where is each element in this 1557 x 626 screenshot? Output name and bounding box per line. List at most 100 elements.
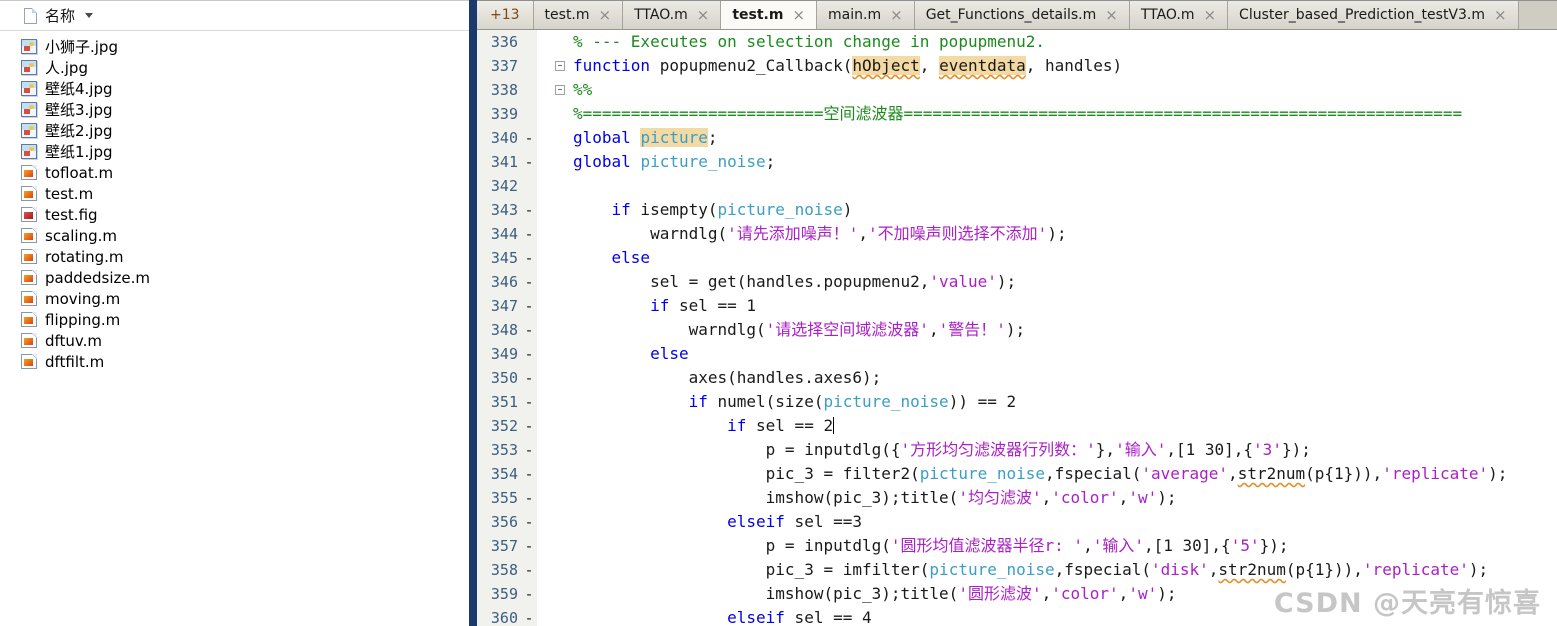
- token-plain: pic_3 = filter2(: [573, 464, 920, 483]
- execution-marker[interactable]: -: [521, 222, 537, 246]
- file-item[interactable]: dftfilt.m: [0, 351, 469, 372]
- line-number: 337: [477, 54, 521, 78]
- code-line[interactable]: 356- elseif sel ==3: [477, 510, 1557, 534]
- token-plain: },: [1095, 440, 1116, 459]
- execution-marker[interactable]: -: [521, 198, 537, 222]
- code-line[interactable]: 336 % --- Executes on selection change in…: [477, 30, 1557, 54]
- fold-gutter: [537, 534, 573, 558]
- code-line[interactable]: 347- if sel == 1: [477, 294, 1557, 318]
- file-item[interactable]: 人.jpg: [0, 57, 469, 78]
- file-item[interactable]: moving.m: [0, 288, 469, 309]
- code-line[interactable]: 348- warndlg('请选择空间域滤波器','警告！');: [477, 318, 1557, 342]
- code-line[interactable]: 339 %=========================空间滤波器======…: [477, 102, 1557, 126]
- line-number: 343: [477, 198, 521, 222]
- matlab-file-icon: [21, 186, 37, 201]
- code-line[interactable]: 338%%: [477, 78, 1557, 102]
- file-item[interactable]: rotating.m: [0, 246, 469, 267]
- execution-marker[interactable]: -: [521, 606, 537, 626]
- panel-splitter[interactable]: [469, 0, 477, 626]
- code-line[interactable]: 341- global picture_noise;: [477, 150, 1557, 174]
- file-item[interactable]: paddedsize.m: [0, 267, 469, 288]
- execution-marker[interactable]: -: [521, 414, 537, 438]
- execution-marker[interactable]: -: [521, 558, 537, 582]
- execution-marker[interactable]: -: [521, 246, 537, 270]
- file-item[interactable]: tofloat.m: [0, 162, 469, 183]
- execution-marker[interactable]: -: [521, 318, 537, 342]
- code-line[interactable]: 346- sel = get(handles.popupmenu2,'value…: [477, 270, 1557, 294]
- file-item[interactable]: 壁纸3.jpg: [0, 99, 469, 120]
- execution-marker[interactable]: -: [521, 390, 537, 414]
- execution-marker[interactable]: -: [521, 294, 537, 318]
- execution-marker[interactable]: [521, 78, 537, 102]
- code-line[interactable]: 349- else: [477, 342, 1557, 366]
- tab-overflow-button[interactable]: +13: [477, 1, 534, 29]
- file-item[interactable]: test.m: [0, 183, 469, 204]
- file-item[interactable]: 小狮子.jpg: [0, 36, 469, 57]
- code-line[interactable]: 350- axes(handles.axes6);: [477, 366, 1557, 390]
- execution-marker[interactable]: -: [521, 438, 537, 462]
- execution-marker[interactable]: [521, 30, 537, 54]
- file-item[interactable]: 壁纸1.jpg: [0, 141, 469, 162]
- code-line[interactable]: 344- warndlg('请先添加噪声！','不加噪声则选择不添加');: [477, 222, 1557, 246]
- code-line[interactable]: 343- if isempty(picture_noise): [477, 198, 1557, 222]
- code-line[interactable]: 359- imshow(pic_3);title('圆形滤波','color',…: [477, 582, 1557, 606]
- code-area[interactable]: 336 % --- Executes on selection change in…: [477, 30, 1557, 626]
- file-item[interactable]: flipping.m: [0, 309, 469, 330]
- editor-tab[interactable]: main.m ×: [817, 1, 915, 29]
- code-line[interactable]: 352- if sel == 2: [477, 414, 1557, 438]
- fold-marker-icon[interactable]: [555, 85, 565, 95]
- tab-close-icon[interactable]: ×: [792, 7, 805, 23]
- code-line[interactable]: 360- elseif sel == 4: [477, 606, 1557, 626]
- file-item[interactable]: test.fig: [0, 204, 469, 225]
- code-line[interactable]: 351- if numel(size(picture_noise)) == 2: [477, 390, 1557, 414]
- execution-marker[interactable]: -: [521, 534, 537, 558]
- editor-tab[interactable]: TTAO.m ×: [623, 1, 722, 29]
- file-panel-header[interactable]: 名称: [0, 1, 469, 31]
- editor-tab[interactable]: TTAO.m ×: [1129, 1, 1229, 29]
- tab-close-icon[interactable]: ×: [599, 7, 612, 23]
- fold-gutter: [537, 102, 573, 126]
- token-string: 'disk': [1150, 560, 1209, 579]
- execution-marker[interactable]: -: [521, 462, 537, 486]
- tab-close-icon[interactable]: ×: [1494, 7, 1507, 23]
- execution-marker[interactable]: -: [521, 126, 537, 150]
- tab-close-icon[interactable]: ×: [890, 7, 903, 23]
- token-plain: sel == 4: [784, 608, 872, 626]
- file-item[interactable]: scaling.m: [0, 225, 469, 246]
- fold-marker-icon[interactable]: [555, 61, 565, 71]
- file-item[interactable]: 壁纸2.jpg: [0, 120, 469, 141]
- file-name: 壁纸2.jpg: [45, 122, 113, 140]
- code-line[interactable]: 355- imshow(pic_3);title('均匀滤波','color',…: [477, 486, 1557, 510]
- tab-close-icon[interactable]: ×: [1105, 7, 1118, 23]
- execution-marker[interactable]: -: [521, 486, 537, 510]
- editor-tab[interactable]: Cluster_based_Prediction_testV3.m ×: [1228, 1, 1519, 29]
- code-text: else: [573, 246, 651, 270]
- code-line[interactable]: 345- else: [477, 246, 1557, 270]
- execution-marker[interactable]: [521, 102, 537, 126]
- code-line[interactable]: 358- pic_3 = imfilter(picture_noise,fspe…: [477, 558, 1557, 582]
- execution-marker[interactable]: -: [521, 150, 537, 174]
- execution-marker[interactable]: [521, 54, 537, 78]
- editor-tab[interactable]: test.m ×: [533, 1, 624, 29]
- code-line[interactable]: 337 function popupmenu2_Callback(hObject,…: [477, 54, 1557, 78]
- file-item[interactable]: dftuv.m: [0, 330, 469, 351]
- execution-marker[interactable]: -: [521, 342, 537, 366]
- execution-marker[interactable]: -: [521, 510, 537, 534]
- editor-tab-active[interactable]: test.m ×: [721, 1, 818, 29]
- fold-gutter: [537, 174, 573, 198]
- code-line[interactable]: 354- pic_3 = filter2(picture_noise,fspec…: [477, 462, 1557, 486]
- tab-close-icon[interactable]: ×: [1203, 7, 1216, 23]
- execution-marker[interactable]: -: [521, 582, 537, 606]
- code-line[interactable]: 353- p = inputdlg({'方形均匀滤波器行列数：'},'输入',[…: [477, 438, 1557, 462]
- line-number: 347: [477, 294, 521, 318]
- execution-marker[interactable]: -: [521, 270, 537, 294]
- column-header-name[interactable]: 名称: [45, 5, 75, 26]
- execution-marker[interactable]: [521, 174, 537, 198]
- code-line[interactable]: 342: [477, 174, 1557, 198]
- editor-tab[interactable]: Get_Functions_details.m ×: [914, 1, 1130, 29]
- execution-marker[interactable]: -: [521, 366, 537, 390]
- code-line[interactable]: 357- p = inputdlg('圆形均值滤波器半径r: ','输入',[1…: [477, 534, 1557, 558]
- file-item[interactable]: 壁纸4.jpg: [0, 78, 469, 99]
- code-line[interactable]: 340- global picture;: [477, 126, 1557, 150]
- tab-close-icon[interactable]: ×: [697, 7, 710, 23]
